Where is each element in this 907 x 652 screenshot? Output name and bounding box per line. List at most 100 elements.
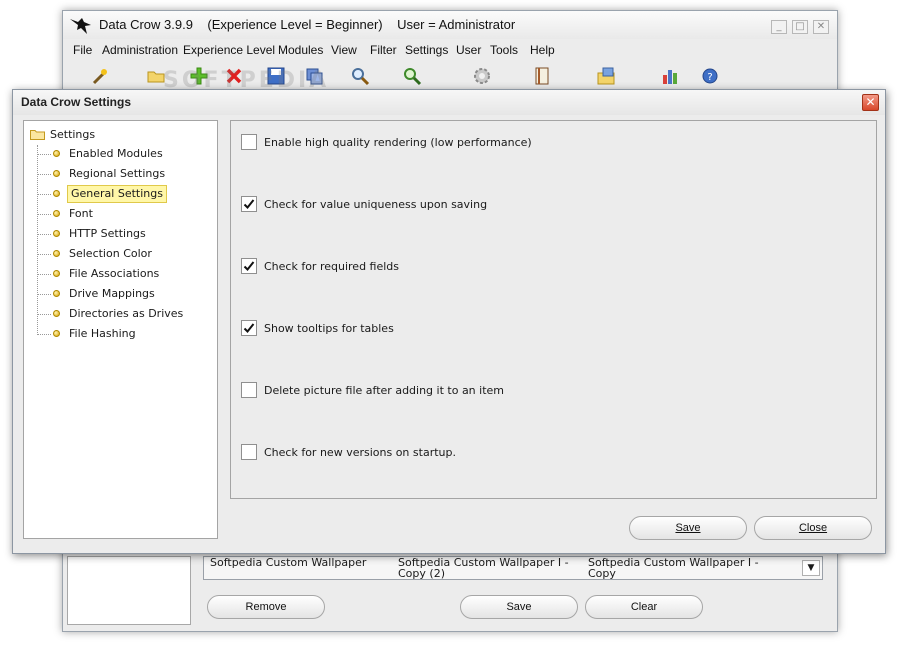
maximize-icon[interactable]: □ xyxy=(792,20,808,34)
bullet-icon xyxy=(53,330,60,337)
help-icon[interactable]: ? xyxy=(699,65,721,87)
tree-item-general-settings[interactable]: General Settings xyxy=(37,185,207,203)
tree-item-label: General Settings xyxy=(67,185,167,203)
folder-box-icon[interactable] xyxy=(595,65,617,87)
tree-item-label: Regional Settings xyxy=(69,167,166,180)
menu-settings[interactable]: Settings xyxy=(405,43,448,57)
main-window-title: Data Crow 3.9.9 (Experience Level = Begi… xyxy=(99,17,516,32)
dialog-titlebar: Data Crow Settings ✕ xyxy=(13,90,885,115)
minimize-icon[interactable]: _ xyxy=(771,20,787,34)
book-icon[interactable] xyxy=(531,65,553,87)
dialog-close-button[interactable]: Close xyxy=(754,516,872,540)
tree-item-font[interactable]: Font xyxy=(37,205,207,223)
menu-file[interactable]: File xyxy=(73,43,92,57)
menu-tools[interactable]: Tools xyxy=(490,43,518,57)
wand-icon[interactable] xyxy=(89,65,111,87)
tree-item-label: HTTP Settings xyxy=(69,227,146,240)
menu-view[interactable]: View xyxy=(331,43,357,57)
menu-administration[interactable]: Administration xyxy=(102,43,178,57)
module-list-panel xyxy=(67,556,191,625)
main-titlebar: Data Crow 3.9.9 (Experience Level = Begi… xyxy=(63,11,837,39)
checkmark-icon xyxy=(243,199,255,209)
tree-item-label: File Associations xyxy=(69,267,160,280)
menu-modules[interactable]: Modules xyxy=(278,43,323,57)
checkmark-icon xyxy=(243,261,255,271)
tree-item-label: File Hashing xyxy=(69,327,136,340)
tree-item-label: Directories as Drives xyxy=(69,307,184,320)
checkbox[interactable] xyxy=(241,134,257,150)
close-icon[interactable]: ✕ xyxy=(862,94,879,111)
option-label: Enable high quality rendering (low perfo… xyxy=(264,136,532,149)
remove-button[interactable]: Remove xyxy=(207,595,325,619)
checkmark-icon xyxy=(243,323,255,333)
dialog-save-button-label: Save xyxy=(675,522,701,534)
crow-logo-icon xyxy=(70,18,91,34)
dialog-save-button[interactable]: Save xyxy=(629,516,747,540)
clear-button-label: Clear xyxy=(630,601,658,613)
remove-button-label: Remove xyxy=(245,601,287,613)
menubar: File Administration Experience Level Mod… xyxy=(63,39,837,61)
menu-user[interactable]: User xyxy=(456,43,481,57)
tree-item-http-settings[interactable]: HTTP Settings xyxy=(37,225,207,243)
menu-help[interactable]: Help xyxy=(530,43,555,57)
bullet-icon xyxy=(53,250,60,257)
table-cell: Softpedia Custom Wallpaper I - Copy xyxy=(588,557,759,579)
tree-item-label: Enabled Modules xyxy=(69,147,163,160)
menu-experience-level[interactable]: Experience Level xyxy=(183,43,275,57)
tree-item-file-hashing[interactable]: File Hashing xyxy=(37,325,207,343)
find-icon[interactable] xyxy=(401,65,423,87)
clear-button[interactable]: Clear xyxy=(585,595,703,619)
table-cell: Softpedia Custom Wallpaper I - Copy (2) xyxy=(398,557,569,579)
folder-icon xyxy=(30,130,45,140)
settings-dialog: Data Crow Settings ✕ Settings Enabled Mo… xyxy=(12,89,886,554)
bullet-icon xyxy=(53,290,60,297)
bullet-icon xyxy=(53,150,60,157)
option-label: Show tooltips for tables xyxy=(264,322,394,335)
option-value-uniqueness[interactable]: Check for value uniqueness upon saving xyxy=(241,196,841,214)
settings-tree: Settings Enabled Modules Regional Settin… xyxy=(23,120,218,539)
tree-item-selection-color[interactable]: Selection Color xyxy=(37,245,207,263)
tree-item-file-associations[interactable]: File Associations xyxy=(37,265,207,283)
bullet-icon xyxy=(53,270,60,277)
option-delete-picture-file[interactable]: Delete picture file after adding it to a… xyxy=(241,382,841,400)
tree-item-label: Drive Mappings xyxy=(69,287,155,300)
tree-item-directories-as-drives[interactable]: Directories as Drives xyxy=(37,305,207,323)
bullet-icon xyxy=(53,170,60,177)
chevron-down-icon[interactable]: ▼ xyxy=(802,560,820,576)
option-label: Delete picture file after adding it to a… xyxy=(264,384,505,397)
dialog-close-button-label: Close xyxy=(798,522,828,534)
table-row[interactable]: Softpedia Custom Wallpaper Softpedia Cus… xyxy=(203,556,823,580)
option-check-new-versions[interactable]: Check for new versions on startup. xyxy=(241,444,841,462)
tree-item-drive-mappings[interactable]: Drive Mappings xyxy=(37,285,207,303)
main-save-button-label: Save xyxy=(506,601,532,613)
bullet-icon xyxy=(53,310,60,317)
checkbox[interactable] xyxy=(241,320,257,336)
tree-item-enabled-modules[interactable]: Enabled Modules xyxy=(37,145,207,163)
search-icon[interactable] xyxy=(349,65,371,87)
menu-filter[interactable]: Filter xyxy=(370,43,397,57)
tree-item-label: Font xyxy=(69,207,93,220)
option-required-fields[interactable]: Check for required fields xyxy=(241,258,841,276)
checkbox[interactable] xyxy=(241,444,257,460)
tree-item-regional-settings[interactable]: Regional Settings xyxy=(37,165,207,183)
bullet-icon xyxy=(53,230,60,237)
close-icon[interactable]: ✕ xyxy=(813,20,829,34)
bullet-icon xyxy=(53,210,60,217)
checkbox[interactable] xyxy=(241,258,257,274)
option-high-quality-rendering[interactable]: Enable high quality rendering (low perfo… xyxy=(241,134,841,152)
main-save-button[interactable]: Save xyxy=(460,595,578,619)
tree-root-label: Settings xyxy=(50,128,96,141)
checkbox[interactable] xyxy=(241,196,257,212)
checkbox[interactable] xyxy=(241,382,257,398)
gear-icon[interactable] xyxy=(471,65,493,87)
tree-item-label: Selection Color xyxy=(69,247,152,260)
option-label: Check for new versions on startup. xyxy=(264,446,456,459)
chart-icon[interactable] xyxy=(659,65,681,87)
svg-text:?: ? xyxy=(707,72,712,83)
general-settings-panel: Enable high quality rendering (low perfo… xyxy=(230,120,877,499)
table-cell: Softpedia Custom Wallpaper xyxy=(210,557,367,569)
option-tooltips-tables[interactable]: Show tooltips for tables xyxy=(241,320,841,338)
bullet-icon xyxy=(53,190,60,197)
option-label: Check for value uniqueness upon saving xyxy=(264,198,488,211)
option-label: Check for required fields xyxy=(264,260,400,273)
